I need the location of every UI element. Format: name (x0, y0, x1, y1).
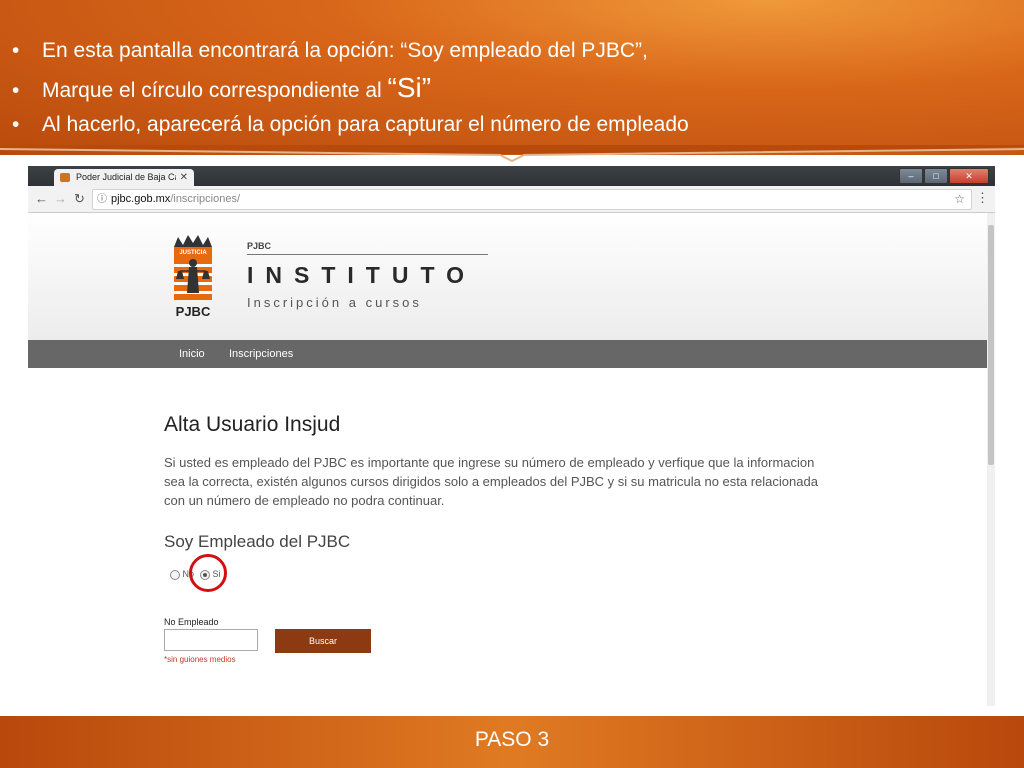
header-swoosh (0, 145, 1024, 163)
intro-paragraph: Si usted es empleado del PJBC es importa… (164, 455, 818, 508)
bullet-item: • Al hacerlo, aparecerá la opción para ca… (12, 113, 689, 136)
bullet-list: • En esta pantalla encontrará la opción: … (12, 32, 689, 143)
slide-header: • En esta pantalla encontrará la opción: … (0, 0, 1024, 155)
bullet-item: • En esta pantalla encontrará la opción: … (12, 39, 648, 62)
brand-subtitle: Inscripción a cursos (247, 295, 422, 310)
brand-title: INSTITUTO (247, 262, 476, 288)
browser-tab[interactable]: Poder Judicial de Baja Ca ✕ (54, 169, 194, 186)
url-domain: pjbc.gob.mx (111, 193, 171, 205)
maximize-icon[interactable]: □ (924, 168, 948, 184)
svg-text:JUSTICIA: JUSTICIA (179, 250, 207, 256)
nav-link-inscripciones[interactable]: Inscripciones (229, 340, 293, 368)
forward-arrow-icon[interactable]: → (54, 191, 67, 206)
pjbc-logo: JUSTICIA PJBC (174, 235, 212, 319)
buscar-button[interactable]: Buscar (275, 629, 371, 653)
browser-window: Poder Judicial de Baja Ca ✕ – □ ✕ ← → ↻ … (28, 166, 995, 706)
menu-icon[interactable]: ⋮ (976, 190, 989, 206)
browser-toolbar: ← → ↻ ⓘ pjbc.gob.mx/inscripciones/ ☆ ⋮ (28, 186, 995, 213)
favicon-icon (60, 173, 70, 182)
svg-text:PJBC: PJBC (176, 304, 211, 319)
info-icon[interactable]: ⓘ (97, 194, 107, 205)
input-hint: *sin guiones medios (164, 655, 236, 664)
page-viewport: JUSTICIA PJBC PJBC INSTITUTO Inscripción… (28, 213, 987, 706)
scrollbar-thumb[interactable] (988, 225, 994, 465)
browser-titlebar: Poder Judicial de Baja Ca ✕ – □ ✕ (28, 166, 995, 186)
url-path: /inscripciones/ (170, 193, 241, 205)
bullet-emphasis: “Si” (387, 72, 432, 103)
radio-no-circle[interactable] (170, 569, 180, 580)
highlight-circle-annotation (189, 554, 227, 592)
page-title: Alta Usuario Insjud (164, 413, 341, 436)
address-bar[interactable]: ⓘ pjbc.gob.mx/inscripciones/ ☆ (92, 189, 972, 210)
vertical-scrollbar[interactable] (987, 213, 995, 706)
minimize-icon[interactable]: – (899, 168, 923, 184)
window-controls: – □ ✕ (898, 168, 989, 184)
nav-link-inicio[interactable]: Inicio (179, 340, 205, 368)
employee-question: Soy Empleado del PJBC (164, 532, 351, 551)
back-arrow-icon[interactable]: ← (35, 191, 48, 206)
star-icon[interactable]: ☆ (954, 190, 965, 209)
step-label: PASO 3 (474, 728, 550, 751)
site-nav-bar: Inicio Inscripciones (28, 340, 987, 368)
site-header: JUSTICIA PJBC PJBC INSTITUTO Inscripción… (28, 213, 987, 340)
bullet-item: • Marque el círculo correspondiente al “S… (12, 72, 432, 103)
brand-divider (247, 254, 488, 255)
tab-close-icon[interactable]: ✕ (180, 169, 188, 186)
window-close-icon[interactable]: ✕ (949, 168, 989, 184)
employee-number-input[interactable] (164, 629, 258, 651)
brand-small-label: PJBC (247, 241, 272, 251)
slide-footer: PASO 3 (0, 716, 1024, 768)
employee-number-label: No Empleado (164, 617, 219, 627)
reload-icon[interactable]: ↻ (74, 191, 85, 207)
tab-title: Poder Judicial de Baja Ca (76, 172, 176, 182)
